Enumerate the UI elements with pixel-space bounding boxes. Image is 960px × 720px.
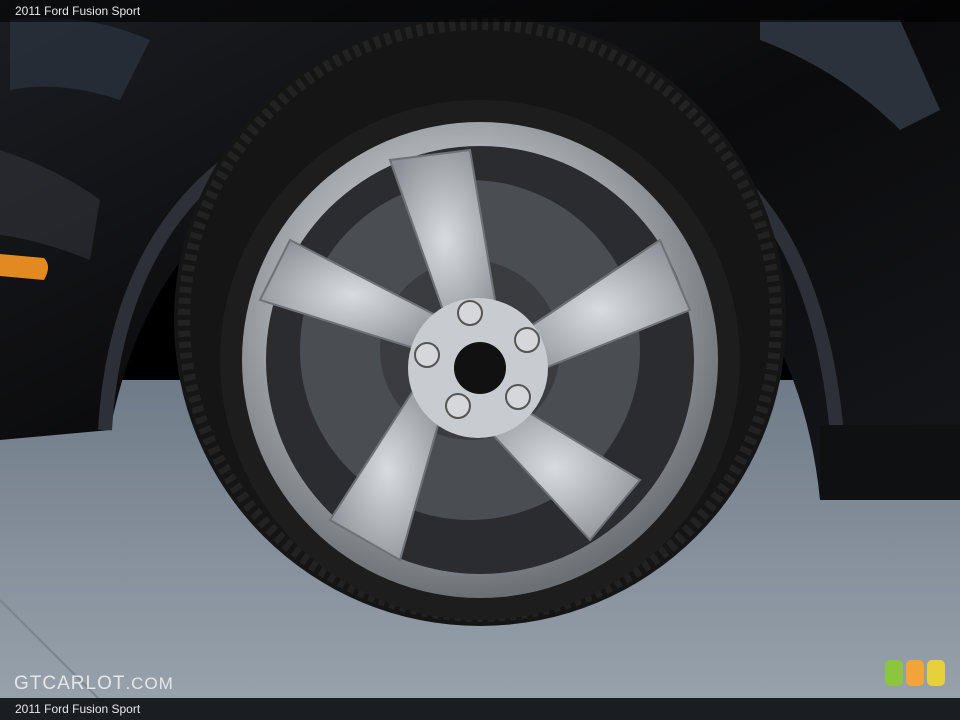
photo-caption-top: 2011 Ford Fusion Sport [15,4,141,18]
caption-bar-bottom [0,698,960,720]
photo-frame: 2011 Ford Fusion Sport GTCARLOT.COM 2011… [0,0,960,720]
side-marker-light [0,254,48,280]
rocker-panel [820,425,960,500]
car-wheel-photo [0,0,960,720]
watermark-suffix: .COM [125,674,174,693]
watermark-brand: GTCARLOT [14,673,126,694]
caption-bar-top [0,0,960,22]
traffic-light-logo-icon [885,660,945,686]
photo-caption-bottom: 2011 Ford Fusion Sport [15,702,141,716]
center-cap [454,342,506,394]
watermark: GTCARLOT.COM [14,673,174,695]
